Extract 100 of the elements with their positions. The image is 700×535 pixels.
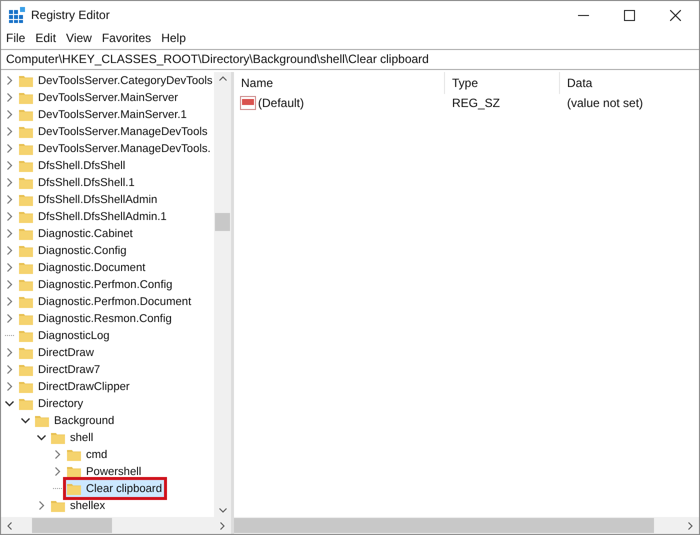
tree-item[interactable]: Diagnostic.Resmon.Config: [18, 310, 174, 327]
folder-icon: [19, 74, 33, 88]
menu-item[interactable]: View: [66, 31, 92, 45]
scroll-right-icon[interactable]: [688, 522, 693, 530]
tree-item[interactable]: Diagnostic.Config: [18, 242, 129, 259]
column-header[interactable]: Type: [445, 72, 560, 94]
menu-item[interactable]: Help: [161, 31, 186, 45]
collapsed-chevron-icon[interactable]: [5, 195, 14, 204]
collapsed-chevron-icon[interactable]: [5, 348, 14, 357]
tree-item[interactable]: DirectDraw7: [18, 361, 102, 378]
tree-item[interactable]: DfsShell.DfsShell.1: [18, 174, 137, 191]
collapsed-chevron-icon[interactable]: [53, 467, 62, 476]
folder-icon: [19, 346, 33, 360]
tree-item[interactable]: DirectDrawClipper: [18, 378, 132, 395]
collapsed-chevron-icon[interactable]: [5, 246, 14, 255]
collapsed-chevron-icon[interactable]: [5, 297, 14, 306]
tree-item[interactable]: Directory: [18, 395, 86, 412]
folder-icon: [19, 210, 33, 224]
column-header[interactable]: Data: [560, 72, 699, 94]
expanded-chevron-icon[interactable]: [37, 433, 46, 442]
folder-icon: [67, 464, 81, 478]
collapsed-chevron-icon[interactable]: [5, 280, 14, 289]
folder-icon: [19, 226, 33, 240]
tree-item[interactable]: Powershell: [66, 463, 144, 480]
registry-app-icon: [9, 7, 25, 23]
folder-icon: [19, 328, 33, 342]
folder-icon: [19, 362, 33, 376]
folder-icon: [19, 312, 33, 326]
tree-item[interactable]: DfsShell.DfsShellAdmin.1: [18, 208, 169, 225]
menu-item[interactable]: Favorites: [102, 31, 152, 45]
scrollbar-thumb[interactable]: [32, 518, 112, 533]
folder-icon: [67, 448, 81, 462]
tree-item[interactable]: shellex: [50, 497, 108, 514]
value-name: (Default): [258, 96, 304, 110]
folder-icon: [19, 294, 33, 308]
collapsed-chevron-icon[interactable]: [5, 76, 14, 85]
expanded-chevron-icon[interactable]: [5, 399, 14, 408]
tree-item[interactable]: DevToolsServer.MainServer: [18, 89, 180, 106]
tree-item[interactable]: Diagnostic.Cabinet: [18, 225, 135, 242]
scroll-left-icon[interactable]: [7, 522, 12, 530]
collapsed-chevron-icon[interactable]: [37, 501, 46, 510]
folder-icon: [19, 90, 33, 104]
scroll-up-icon[interactable]: [218, 76, 226, 81]
tree-item[interactable]: DevToolsServer.CategoryDevTools: [18, 72, 215, 89]
folder-icon: [19, 192, 33, 206]
folder-icon: [19, 176, 33, 190]
collapsed-chevron-icon[interactable]: [5, 93, 14, 102]
folder-icon: [19, 260, 33, 274]
close-icon[interactable]: [670, 10, 681, 20]
collapsed-chevron-icon[interactable]: [5, 365, 14, 374]
tree-item[interactable]: Clear clipboard: [66, 480, 164, 497]
value-type: REG_SZ: [451, 96, 502, 110]
collapsed-chevron-icon[interactable]: [5, 212, 14, 221]
tree-item[interactable]: Diagnostic.Document: [18, 259, 148, 276]
folder-icon: [19, 142, 33, 156]
tree-item[interactable]: DevToolsServer.MainServer.1: [18, 106, 189, 123]
minimize-icon[interactable]: [578, 14, 589, 16]
folder-icon: [19, 396, 33, 410]
collapsed-chevron-icon[interactable]: [5, 178, 14, 187]
tree-item[interactable]: cmd: [66, 446, 110, 463]
column-header[interactable]: Name: [234, 72, 445, 94]
tree-item[interactable]: DirectDraw: [18, 344, 96, 361]
menu-item[interactable]: Edit: [35, 31, 56, 45]
tree-item[interactable]: Diagnostic.Perfmon.Config: [18, 276, 174, 293]
scrollbar-thumb[interactable]: [215, 213, 230, 231]
tree-item[interactable]: Diagnostic.Perfmon.Document: [18, 293, 194, 310]
maximize-icon[interactable]: [624, 10, 635, 20]
expanded-chevron-icon[interactable]: [21, 416, 30, 425]
collapsed-chevron-icon[interactable]: [5, 144, 14, 153]
folder-icon: [51, 430, 65, 444]
folder-icon: [19, 278, 33, 292]
tree-item[interactable]: DevToolsServer.ManageDevTools.: [18, 140, 213, 157]
scroll-right-icon[interactable]: [220, 522, 225, 530]
folder-icon: [35, 414, 49, 428]
menu-item[interactable]: File: [6, 31, 26, 45]
string-value-icon: [240, 96, 256, 110]
folder-icon: [19, 108, 33, 122]
folder-icon: [67, 482, 81, 496]
folder-icon: [19, 124, 33, 138]
collapsed-chevron-icon[interactable]: [5, 127, 14, 136]
folder-icon: [19, 158, 33, 172]
tree-item[interactable]: shell: [50, 429, 96, 446]
collapsed-chevron-icon[interactable]: [5, 263, 14, 272]
collapsed-chevron-icon[interactable]: [5, 110, 14, 119]
folder-icon: [19, 380, 33, 394]
collapsed-chevron-icon[interactable]: [5, 382, 14, 391]
tree-item[interactable]: Background: [34, 412, 116, 429]
scroll-down-icon[interactable]: [218, 508, 226, 513]
window-title: Registry Editor: [31, 8, 110, 22]
tree-item[interactable]: DevToolsServer.ManageDevTools: [18, 123, 210, 140]
tree-item[interactable]: DiagnosticLog: [18, 327, 112, 344]
folder-icon: [51, 498, 65, 512]
collapsed-chevron-icon[interactable]: [5, 229, 14, 238]
tree-item[interactable]: DfsShell.DfsShellAdmin: [18, 191, 160, 208]
address-bar[interactable]: Computer\HKEY_CLASSES_ROOT\Directory\Background\shell\Clear clipboard: [1, 49, 699, 70]
collapsed-chevron-icon[interactable]: [53, 450, 62, 459]
collapsed-chevron-icon[interactable]: [5, 314, 14, 323]
tree-item[interactable]: DfsShell.DfsShell: [18, 157, 128, 174]
scrollbar-thumb[interactable]: [234, 518, 654, 533]
collapsed-chevron-icon[interactable]: [5, 161, 14, 170]
